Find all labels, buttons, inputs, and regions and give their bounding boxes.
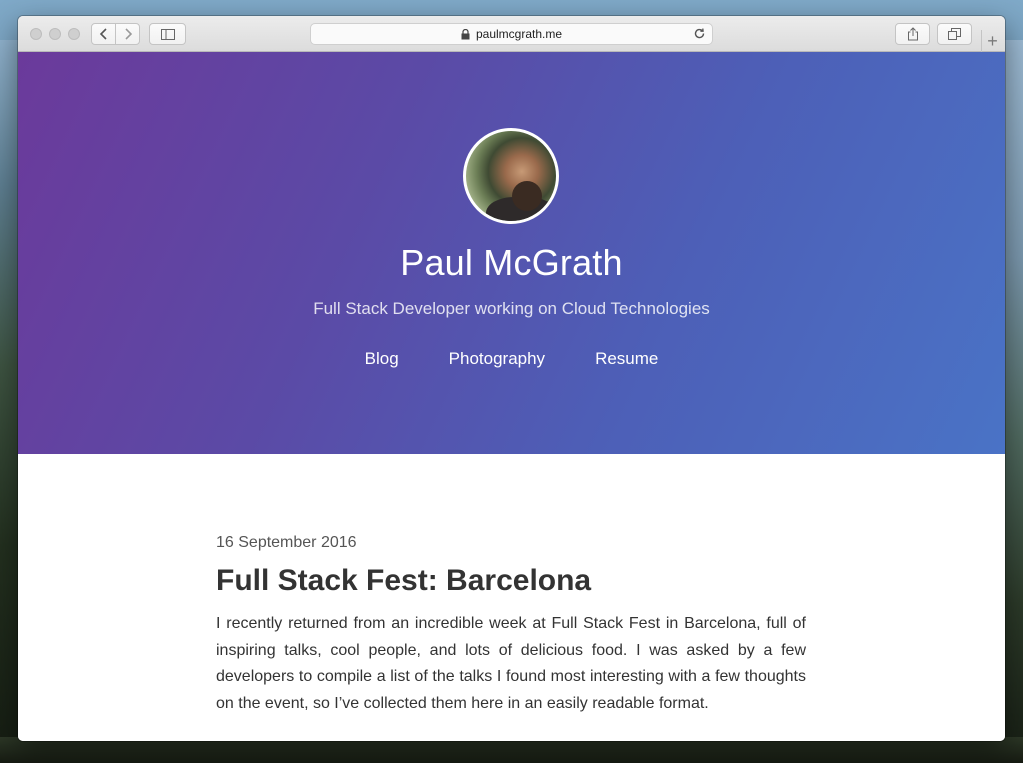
sidebar-icon: [160, 28, 175, 40]
nav-link-photography[interactable]: Photography: [449, 349, 545, 369]
post-excerpt: I recently returned from an incredible w…: [216, 615, 806, 712]
browser-toolbar: paulmcgrath.me +: [18, 16, 1005, 52]
share-icon: [907, 27, 918, 41]
tabs-overview-button[interactable]: [937, 23, 972, 45]
close-window-button[interactable]: [30, 28, 42, 40]
new-tab-button[interactable]: +: [981, 30, 1003, 52]
post-date: 16 September 2016: [216, 534, 357, 551]
site-header: Paul McGrath Full Stack Developer workin…: [18, 52, 1005, 454]
post-title[interactable]: Full Stack Fest: Barcelona: [216, 564, 591, 598]
chevron-right-icon: [124, 28, 132, 40]
site-title[interactable]: Paul McGrath: [18, 242, 1005, 284]
share-button[interactable]: [895, 23, 930, 45]
nav-link-blog[interactable]: Blog: [365, 349, 399, 369]
main-content: 16 September 2016 Full Stack Fest: Barce…: [18, 454, 1005, 741]
tabs-overview-icon: [948, 28, 961, 40]
zoom-window-button[interactable]: [68, 28, 80, 40]
site-subtitle: Full Stack Developer working on Cloud Te…: [313, 299, 710, 318]
minimize-window-button[interactable]: [49, 28, 61, 40]
site-nav: Blog Photography Resume: [18, 349, 1005, 369]
forward-button[interactable]: [115, 23, 140, 45]
reload-icon[interactable]: [693, 27, 706, 43]
lock-icon: [461, 28, 470, 40]
address-bar[interactable]: paulmcgrath.me: [310, 23, 713, 45]
browser-window: paulmcgrath.me + Paul McGrath Full Stack…: [18, 16, 1005, 741]
back-button[interactable]: [91, 23, 116, 45]
chevron-left-icon: [99, 28, 107, 40]
sidebar-button[interactable]: [149, 23, 186, 45]
nav-link-resume[interactable]: Resume: [595, 349, 658, 369]
avatar: [463, 128, 559, 224]
avatar-face: [512, 181, 542, 211]
address-url: paulmcgrath.me: [475, 27, 563, 41]
